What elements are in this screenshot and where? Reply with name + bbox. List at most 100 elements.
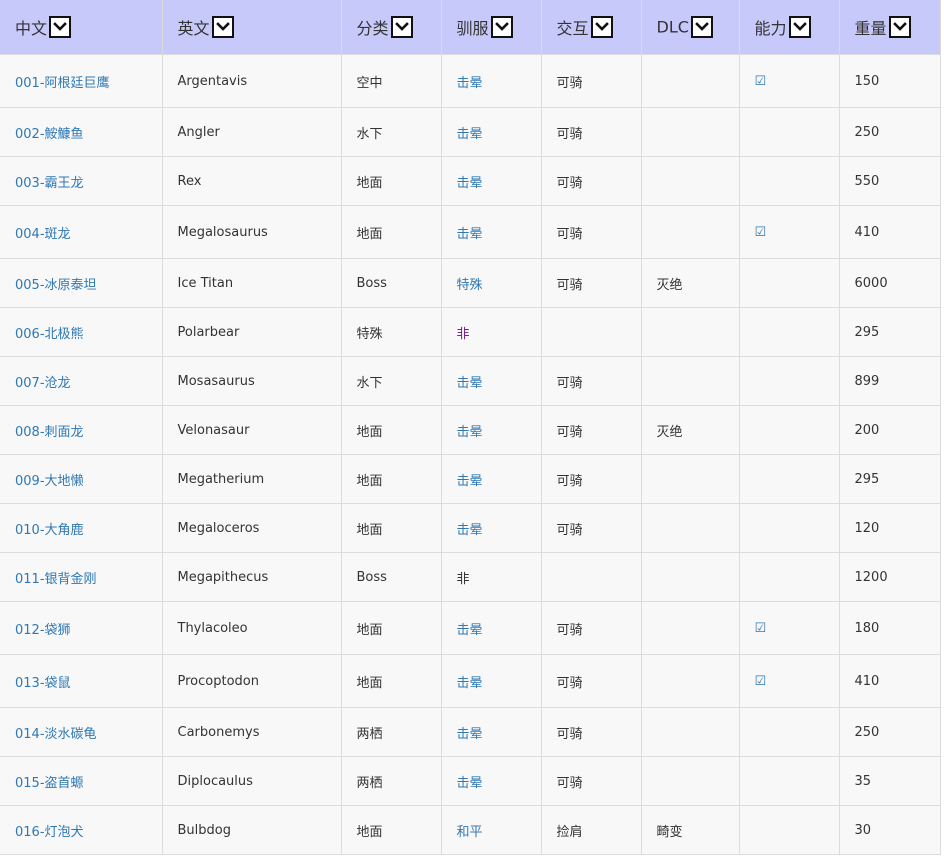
column-header-label: 英文 (177, 19, 210, 38)
table-row: 001-阿根廷巨鹰 Argentavis 空中 击晕 可骑 ☑ 150 (0, 54, 941, 108)
cell-weight: 899 (838, 356, 941, 406)
tame-method-link[interactable]: 击晕 (457, 776, 483, 791)
checkbox-checked-icon: ☑ (754, 620, 767, 636)
creature-link[interactable]: 010-大角鹿 (15, 523, 84, 538)
cell-chinese-name: 015-盗首螈 (0, 756, 163, 806)
cell-interaction: 可骑 (540, 601, 642, 655)
cell-english-name: Velonasaur (161, 405, 342, 455)
cell-english-name-text: Mosasaurus (177, 373, 255, 389)
creature-link[interactable]: 015-盗首螈 (15, 776, 84, 791)
cell-english-name-text: Bulbdog (177, 822, 231, 838)
cell-weight: 200 (838, 405, 941, 455)
cell-weight: 150 (838, 54, 941, 108)
cell-interaction-text: 可骑 (556, 75, 583, 91)
cell-ability (738, 552, 840, 602)
creature-link[interactable]: 005-冰原泰坦 (15, 278, 97, 293)
creature-link[interactable]: 003-霸王龙 (15, 176, 84, 191)
column-header-tame: 驯服 (440, 0, 542, 55)
cell-english-name: Angler (161, 107, 342, 157)
cell-tame-method: 非 (440, 552, 542, 602)
creature-link[interactable]: 002-鮟鱇鱼 (15, 127, 84, 142)
tame-method-link[interactable]: 击晕 (457, 623, 483, 638)
chevron-down-icon[interactable] (49, 16, 72, 38)
creature-link[interactable]: 014-淡水碳龟 (15, 727, 97, 742)
cell-weight: 1200 (838, 552, 941, 602)
chevron-down-icon[interactable] (888, 16, 911, 38)
cell-dlc (640, 107, 740, 157)
cell-english-name: Procoptodon (161, 654, 342, 708)
cell-category-text: 水下 (356, 375, 383, 391)
tame-method-link[interactable]: 击晕 (457, 727, 483, 742)
tame-method-link[interactable]: 击晕 (457, 474, 483, 489)
tame-method-link[interactable]: 和平 (457, 825, 483, 840)
creature-link[interactable]: 007-沧龙 (15, 376, 71, 391)
cell-ability (738, 503, 840, 553)
table-row: 011-银背金刚 Megapithecus Boss 非 1200 (0, 552, 941, 602)
tame-method-link[interactable]: 击晕 (457, 227, 483, 242)
cell-english-name: Megaloceros (161, 503, 342, 553)
cell-english-name: Megalosaurus (161, 205, 342, 259)
tame-method-link[interactable]: 特殊 (457, 278, 483, 293)
cell-tame-method: 击晕 (440, 707, 542, 757)
cell-ability: ☑ (738, 205, 840, 259)
cell-tame-method: 击晕 (440, 356, 542, 406)
creature-link[interactable]: 011-银背金刚 (15, 572, 97, 587)
cell-english-name-text: Polarbear (177, 324, 240, 340)
chevron-down-icon[interactable] (690, 16, 713, 38)
creature-link[interactable]: 001-阿根廷巨鹰 (15, 76, 110, 91)
cell-english-name-text: Argentavis (177, 73, 248, 89)
tame-method-link[interactable]: 击晕 (457, 76, 483, 91)
tame-method-link[interactable]: 击晕 (457, 127, 483, 142)
creature-link[interactable]: 013-袋鼠 (15, 676, 71, 691)
cell-weight-text: 295 (854, 471, 880, 487)
table-row: 016-灯泡犬 Bulbdog 地面 和平 捡肩 畸变 30 (0, 805, 941, 855)
chevron-down-icon[interactable] (788, 16, 811, 38)
cell-tame-method: 击晕 (440, 205, 542, 259)
table-body: 001-阿根廷巨鹰 Argentavis 空中 击晕 可骑 ☑ 150 002-鮟鱇鱼 Angl… (0, 54, 941, 855)
cell-interaction: 捡肩 (540, 805, 642, 855)
cell-category-text: 地面 (356, 424, 383, 440)
chevron-down-icon[interactable] (590, 16, 613, 38)
cell-interaction: 可骑 (540, 156, 642, 206)
tame-method-link[interactable]: 击晕 (457, 176, 483, 191)
cell-english-name: Carbonemys (161, 707, 342, 757)
creature-link[interactable]: 004-斑龙 (15, 227, 71, 242)
cell-weight-text: 1200 (854, 569, 888, 585)
table-row: 003-霸王龙 Rex 地面 击晕 可骑 550 (0, 156, 941, 206)
table-row: 012-袋狮 Thylacoleo 地面 击晕 可骑 ☑ 180 (0, 601, 941, 655)
cell-chinese-name: 016-灯泡犬 (0, 805, 163, 855)
creature-link[interactable]: 008-刺面龙 (15, 425, 84, 440)
cell-chinese-name: 010-大角鹿 (0, 503, 163, 553)
cell-category-text: 地面 (356, 522, 383, 538)
tame-method-link[interactable]: 击晕 (457, 376, 483, 391)
tame-method-link[interactable]: 击晕 (457, 676, 483, 691)
creature-link[interactable]: 009-大地懒 (15, 474, 84, 489)
cell-category-text: 地面 (356, 175, 383, 191)
column-header-cn: 中文 (0, 0, 163, 55)
cell-dlc (640, 356, 740, 406)
cell-interaction (540, 552, 642, 602)
tame-method-link[interactable]: 击晕 (457, 425, 483, 440)
cell-dlc (640, 552, 740, 602)
cell-dlc (640, 601, 740, 655)
cell-interaction-text: 可骑 (556, 277, 583, 293)
creature-link[interactable]: 006-北极熊 (15, 327, 84, 342)
chevron-down-icon[interactable] (211, 16, 234, 38)
cell-weight-text: 899 (854, 373, 880, 389)
table-row: 008-刺面龙 Velonasaur 地面 击晕 可骑 灭绝 200 (0, 405, 941, 455)
tame-method-link[interactable]: 击晕 (457, 523, 483, 538)
cell-ability (738, 258, 840, 308)
creature-link[interactable]: 012-袋狮 (15, 623, 71, 638)
cell-category: 地面 (340, 156, 442, 206)
column-header-interact: 交互 (540, 0, 642, 55)
creature-link[interactable]: 016-灯泡犬 (15, 825, 84, 840)
table-row: 009-大地懒 Megatherium 地面 击晕 可骑 295 (0, 454, 941, 504)
tame-method-link[interactable]: 非 (457, 327, 470, 342)
chevron-down-icon[interactable] (490, 16, 513, 38)
cell-interaction-text: 可骑 (556, 126, 583, 142)
cell-weight: 410 (838, 654, 941, 708)
chevron-down-icon[interactable] (390, 16, 413, 38)
cell-english-name: Polarbear (161, 307, 342, 357)
cell-chinese-name: 011-银背金刚 (0, 552, 163, 602)
cell-category: 地面 (340, 654, 442, 708)
